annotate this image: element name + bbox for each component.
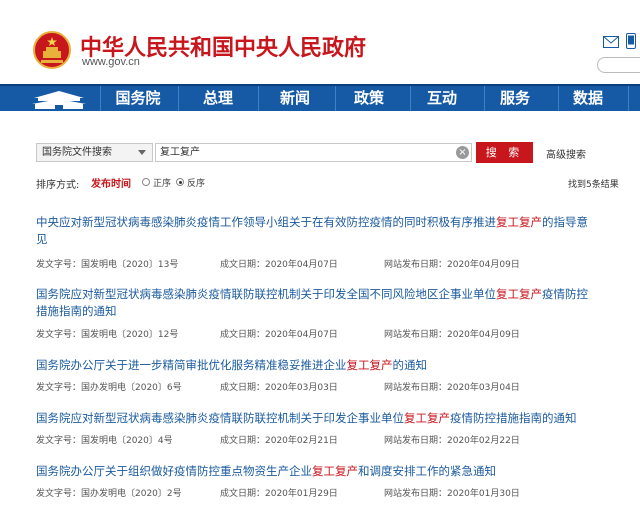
nav-item-state-council[interactable]: 国务院: [108, 86, 168, 111]
nav-item-premier[interactable]: 总理: [188, 86, 248, 111]
nav-divider: [178, 86, 179, 111]
result-created-date: 成文日期：2020年03月03日: [220, 383, 338, 393]
result-item: 国务院应对新型冠状病毒感染肺炎疫情联防联控机制关于印发全国不同风险地区企事业单位…: [36, 286, 596, 320]
result-item: 国务院办公厅关于进一步精简审批优化服务精准稳妥推进企业复工复产的通知: [36, 357, 596, 374]
clear-icon[interactable]: ×: [456, 146, 469, 159]
nav-divider: [100, 86, 101, 111]
nav-item-service[interactable]: 服务: [485, 86, 545, 111]
sort-label: 排序方式:: [36, 180, 80, 191]
nav-divider: [628, 86, 629, 111]
result-title-highlight: 复工复产: [404, 411, 450, 425]
result-title-text: 的通知: [392, 358, 428, 372]
nav-divider: [410, 86, 411, 111]
mobile-icon[interactable]: [626, 33, 636, 49]
result-title-link[interactable]: 国务院应对新型冠状病毒感染肺炎疫情联防联控机制关于印发全国不同风险地区企事业单位…: [36, 286, 596, 320]
search-scope-value: 国务院文件搜索: [42, 147, 112, 158]
search-scope-select[interactable]: 国务院文件搜索: [36, 143, 153, 162]
result-created-date: 成文日期：2020年02月21日: [220, 436, 338, 446]
result-item: 中央应对新型冠状病毒感染肺炎疫情工作领导小组关于在有效防控疫情的同时积极有序推进…: [36, 214, 596, 248]
site-header: 中华人民共和国中央人民政府 www.gov.cn: [0, 0, 640, 84]
national-emblem-icon[interactable]: [33, 30, 71, 70]
result-item: 国务院应对新型冠状病毒感染肺炎疫情联防联控机制关于印发企事业单位复工复产疫情防控…: [36, 410, 596, 427]
nav-item-policy[interactable]: 政策: [339, 86, 399, 111]
result-doc-number: 发文字号：国发明电〔2020〕4号: [36, 436, 173, 446]
result-title-text: 和调度安排工作的紧急通知: [358, 464, 496, 478]
result-title-text: 国务院办公厅关于进一步精简审批优化服务精准稳妥推进企业: [36, 358, 347, 372]
result-published-date: 网站发布日期：2020年03月04日: [384, 383, 520, 393]
result-title-text: 国务院办公厅关于组织做好疫情防控重点物资生产企业: [36, 464, 312, 478]
main-nav: 国务院 总理 新闻 政策 互动 服务 数据: [0, 84, 640, 111]
result-published-date: 网站发布日期：2020年04月09日: [384, 330, 520, 340]
sort-descending-label[interactable]: 反序: [187, 176, 205, 189]
result-title-text: 国务院应对新型冠状病毒感染肺炎疫情联防联控机制关于印发全国不同风险地区企事业单位: [36, 287, 496, 301]
result-title-highlight: 复工复产: [346, 358, 393, 372]
result-doc-number: 发文字号：国发明电〔2020〕12号: [36, 330, 179, 340]
sort-field-publish-time[interactable]: 发布时间: [91, 175, 131, 190]
nav-item-news[interactable]: 新闻: [265, 86, 325, 111]
search-button[interactable]: 搜 索: [476, 142, 533, 163]
result-title-text: 国务院应对新型冠状病毒感染肺炎疫情联防联控机制关于印发企事业单位: [36, 411, 404, 425]
result-title-link[interactable]: 国务院应对新型冠状病毒感染肺炎疫情联防联控机制关于印发企事业单位复工复产疫情防控…: [36, 410, 596, 427]
tiananmen-icon[interactable]: [30, 88, 88, 110]
result-doc-number: 发文字号：国办发明电〔2020〕6号: [36, 383, 182, 393]
dropdown-arrow-icon: [138, 150, 146, 155]
result-created-date: 成文日期：2020年04月07日: [220, 330, 338, 340]
result-item: 国务院办公厅关于组织做好疫情防控重点物资生产企业复工复产和调度安排工作的紧急通知: [36, 463, 596, 480]
nav-item-interaction[interactable]: 互动: [412, 86, 472, 111]
result-doc-number: 发文字号：国办发明电〔2020〕2号: [36, 489, 182, 499]
result-title-text: 疫情防控措施指南的通知: [450, 411, 577, 425]
nav-divider: [258, 86, 259, 111]
result-title-highlight: 复工复产: [312, 464, 358, 478]
result-title-link[interactable]: 国务院办公厅关于进一步精简审批优化服务精准稳妥推进企业复工复产的通知: [36, 357, 596, 374]
result-title-text: 中央应对新型冠状病毒感染肺炎疫情工作领导小组关于在有效防控疫情的同时积极有序推进: [36, 215, 496, 229]
sort-descending-radio[interactable]: [176, 178, 184, 186]
result-title-link[interactable]: 国务院办公厅关于组织做好疫情防控重点物资生产企业复工复产和调度安排工作的紧急通知: [36, 463, 596, 480]
result-title-highlight: 复工复产: [496, 287, 542, 301]
result-published-date: 网站发布日期：2020年02月22日: [384, 436, 520, 446]
result-published-date: 网站发布日期：2020年01月30日: [384, 489, 520, 499]
result-created-date: 成文日期：2020年01月29日: [220, 489, 338, 499]
header-search-input[interactable]: [597, 57, 640, 73]
search-input[interactable]: 复工复产: [155, 143, 472, 162]
result-created-date: 成文日期：2020年04月07日: [220, 260, 338, 270]
site-url[interactable]: www.gov.cn: [82, 56, 140, 68]
result-published-date: 网站发布日期：2020年04月09日: [384, 260, 520, 270]
mail-icon[interactable]: [603, 36, 619, 48]
nav-item-data[interactable]: 数据: [558, 86, 618, 111]
result-title-link[interactable]: 中央应对新型冠状病毒感染肺炎疫情工作领导小组关于在有效防控疫情的同时积极有序推进…: [36, 214, 596, 248]
result-count: 找到5条结果: [568, 180, 619, 190]
advanced-search-link[interactable]: 高级搜索: [546, 146, 586, 161]
result-title-highlight: 复工复产: [496, 215, 542, 229]
result-doc-number: 发文字号：国发明电〔2020〕13号: [36, 260, 179, 270]
sort-ascending-label[interactable]: 正序: [153, 176, 171, 189]
nav-divider: [335, 86, 336, 111]
sort-ascending-radio[interactable]: [142, 178, 150, 186]
